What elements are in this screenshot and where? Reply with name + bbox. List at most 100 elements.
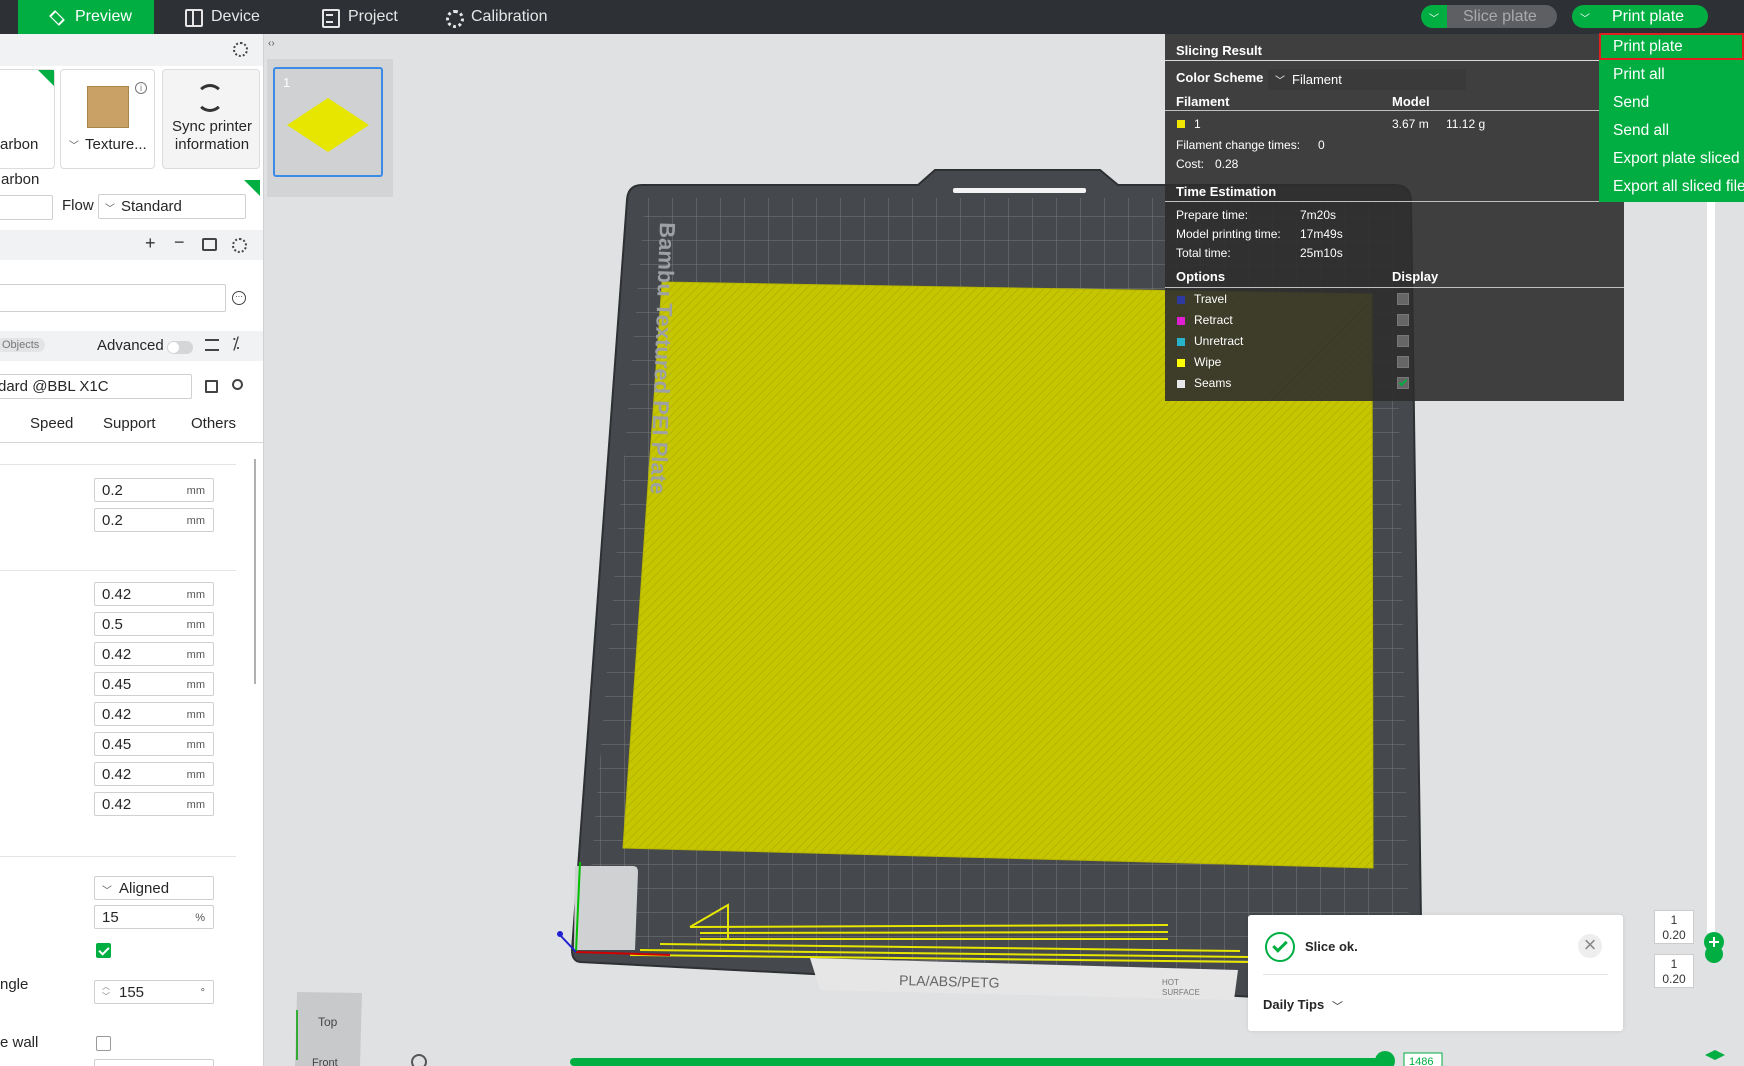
- objects-toggle[interactable]: Objects: [0, 338, 46, 352]
- plate-handle-slot: [953, 188, 1086, 193]
- filament-card[interactable]: arbon: [0, 69, 55, 188]
- line-width-field[interactable]: 0.42 mm: [94, 582, 214, 606]
- sync-corner-icon: [38, 70, 54, 86]
- object-search-input[interactable]: [0, 284, 226, 312]
- wall-stepper[interactable]: ︿﹀ 10: [94, 1059, 214, 1066]
- slicing-result-panel: Slicing Result Color Scheme ﹀ Filament F…: [1165, 34, 1624, 401]
- option-travel-checkbox[interactable]: [1397, 293, 1409, 305]
- line-width-field[interactable]: 0.42 mm: [94, 762, 214, 786]
- process-preset-select[interactable]: dard @BBL X1C: [0, 374, 192, 399]
- print-plate-button[interactable]: Print plate: [1598, 5, 1708, 28]
- tab-project[interactable]: Project: [321, 0, 398, 34]
- lower-layer-number: 1: [1670, 957, 1678, 971]
- tab-speed[interactable]: Speed: [30, 415, 73, 432]
- advanced-toggle[interactable]: [167, 341, 193, 354]
- option-unretract-checkbox[interactable]: [1397, 335, 1409, 347]
- menu-item-send-all[interactable]: Send all: [1599, 117, 1744, 144]
- more-icon[interactable]: ···: [232, 291, 246, 305]
- flow-select[interactable]: ﹀ Standard: [98, 194, 246, 219]
- menu-item-send[interactable]: Send: [1599, 89, 1744, 116]
- collapse-sidebar-icon[interactable]: ‹›: [268, 38, 275, 49]
- field-value: 0.42: [102, 645, 132, 663]
- color-scheme-value: Filament: [1292, 72, 1342, 87]
- chevron-down-icon: ﹀: [1429, 14, 1439, 25]
- option-seams-checkbox[interactable]: [1397, 377, 1409, 389]
- menu-item-print-plate[interactable]: Print plate: [1599, 33, 1744, 60]
- info-icon[interactable]: i: [135, 82, 147, 94]
- line-width-field[interactable]: 0.5 mm: [94, 612, 214, 636]
- save-icon[interactable]: [205, 380, 218, 393]
- close-icon[interactable]: ×: [1578, 934, 1602, 958]
- plate-settings-icon[interactable]: [202, 238, 217, 251]
- chevron-down-icon: ﹀: [105, 204, 115, 215]
- option-retract-checkbox[interactable]: [1397, 314, 1409, 326]
- option-wipe-checkbox[interactable]: [1397, 356, 1409, 368]
- plate-type-card[interactable]: i ﹀ Texture...: [60, 69, 155, 169]
- layer-slider-track[interactable]: [1707, 180, 1715, 935]
- travel-swatch: [1177, 296, 1185, 304]
- angle-stepper[interactable]: ︿ ﹀ 155 °: [94, 980, 214, 1004]
- color-scheme-label: Color Scheme: [1176, 70, 1264, 85]
- sync-printer-card[interactable]: Sync printer information: [162, 69, 260, 169]
- cost-value: 0.28: [1215, 157, 1239, 171]
- field-unit: °: [200, 987, 205, 999]
- line-width-field[interactable]: 0.45 mm: [94, 732, 214, 756]
- daily-tips-label[interactable]: Daily Tips: [1263, 997, 1324, 1012]
- tab-others[interactable]: Others: [191, 415, 236, 432]
- menu-item-export-plate-sliced[interactable]: Export plate sliced: [1599, 145, 1744, 172]
- calibration-icon: [444, 8, 464, 28]
- change-times-value: 0: [1318, 138, 1325, 152]
- unretract-swatch: [1177, 338, 1185, 346]
- line-width-field[interactable]: 0.42 mm: [94, 792, 214, 816]
- percent-field[interactable]: 15%: [94, 905, 214, 929]
- field-unit: mm: [186, 799, 205, 811]
- list-icon[interactable]: [205, 339, 219, 351]
- view-cube[interactable]: [295, 992, 362, 1066]
- initial-layer-height-field[interactable]: 0.2 mm: [94, 508, 214, 532]
- textured-plate-image: [87, 86, 129, 128]
- search-icon[interactable]: [232, 379, 243, 390]
- nozzle-field[interactable]: [0, 195, 53, 220]
- line-width-field[interactable]: 0.45 mm: [94, 672, 214, 696]
- menu-item-export-all-sliced[interactable]: Export all sliced file: [1599, 173, 1744, 200]
- hot-surface-text-2: SURFACE: [1162, 988, 1200, 997]
- stepper-arrows-icon[interactable]: ︿﹀: [102, 1061, 110, 1066]
- field-unit: mm: [186, 769, 205, 781]
- remove-icon[interactable]: −: [174, 232, 185, 253]
- chevron-double-down-icon[interactable]: ﹀: [1332, 998, 1343, 1014]
- gear-icon[interactable]: [232, 238, 247, 253]
- layer-height-field[interactable]: 0.2 mm: [94, 478, 214, 502]
- line-width-field[interactable]: 0.42 mm: [94, 642, 214, 666]
- gear-icon[interactable]: [233, 42, 248, 57]
- move-slider-handle[interactable]: [1375, 1051, 1395, 1066]
- print-dropdown-button[interactable]: ﹀: [1572, 5, 1598, 28]
- color-scheme-select[interactable]: ﹀ Filament: [1268, 69, 1466, 90]
- left-settings-panel: arbon arbon i ﹀ Texture... Sync printer …: [0, 34, 264, 1066]
- menu-item-print-all[interactable]: Print all: [1599, 61, 1744, 88]
- field-value: 0.45: [102, 735, 132, 753]
- field-unit: mm: [186, 679, 205, 691]
- tab-preview[interactable]: Preview: [18, 0, 154, 34]
- options-header: Options: [1176, 269, 1226, 284]
- add-icon[interactable]: +: [145, 233, 156, 254]
- line-width-field[interactable]: 0.42 mm: [94, 702, 214, 726]
- seam-position-select[interactable]: ﹀ Aligned: [94, 876, 214, 900]
- upper-layer-height: 0.20: [1662, 928, 1686, 942]
- slice-plate-button[interactable]: Slice plate: [1447, 5, 1557, 28]
- process-section-header: Objects Advanced ⁒: [0, 331, 263, 361]
- move-slider-track[interactable]: [570, 1058, 1392, 1066]
- tab-support[interactable]: Support: [103, 415, 156, 432]
- slice-dropdown-button[interactable]: ﹀: [1421, 5, 1447, 28]
- plate-thumbnail[interactable]: 1: [273, 67, 383, 177]
- wall-checkbox[interactable]: [96, 1036, 111, 1051]
- tab-calibration[interactable]: Calibration: [444, 0, 547, 34]
- divider: [1263, 974, 1608, 975]
- tab-device[interactable]: Device: [184, 0, 260, 34]
- compare-icon[interactable]: ⁒: [232, 334, 240, 354]
- plate-label-text: PLA/ABS/PETG: [899, 972, 1000, 991]
- stepper-arrows-icon[interactable]: ︿﹀: [102, 982, 110, 1002]
- wall-label: e wall: [0, 1034, 39, 1051]
- feature-checkbox[interactable]: [96, 943, 111, 958]
- panel-scrollbar[interactable]: [254, 459, 256, 684]
- total-time-label: Total time:: [1176, 246, 1231, 260]
